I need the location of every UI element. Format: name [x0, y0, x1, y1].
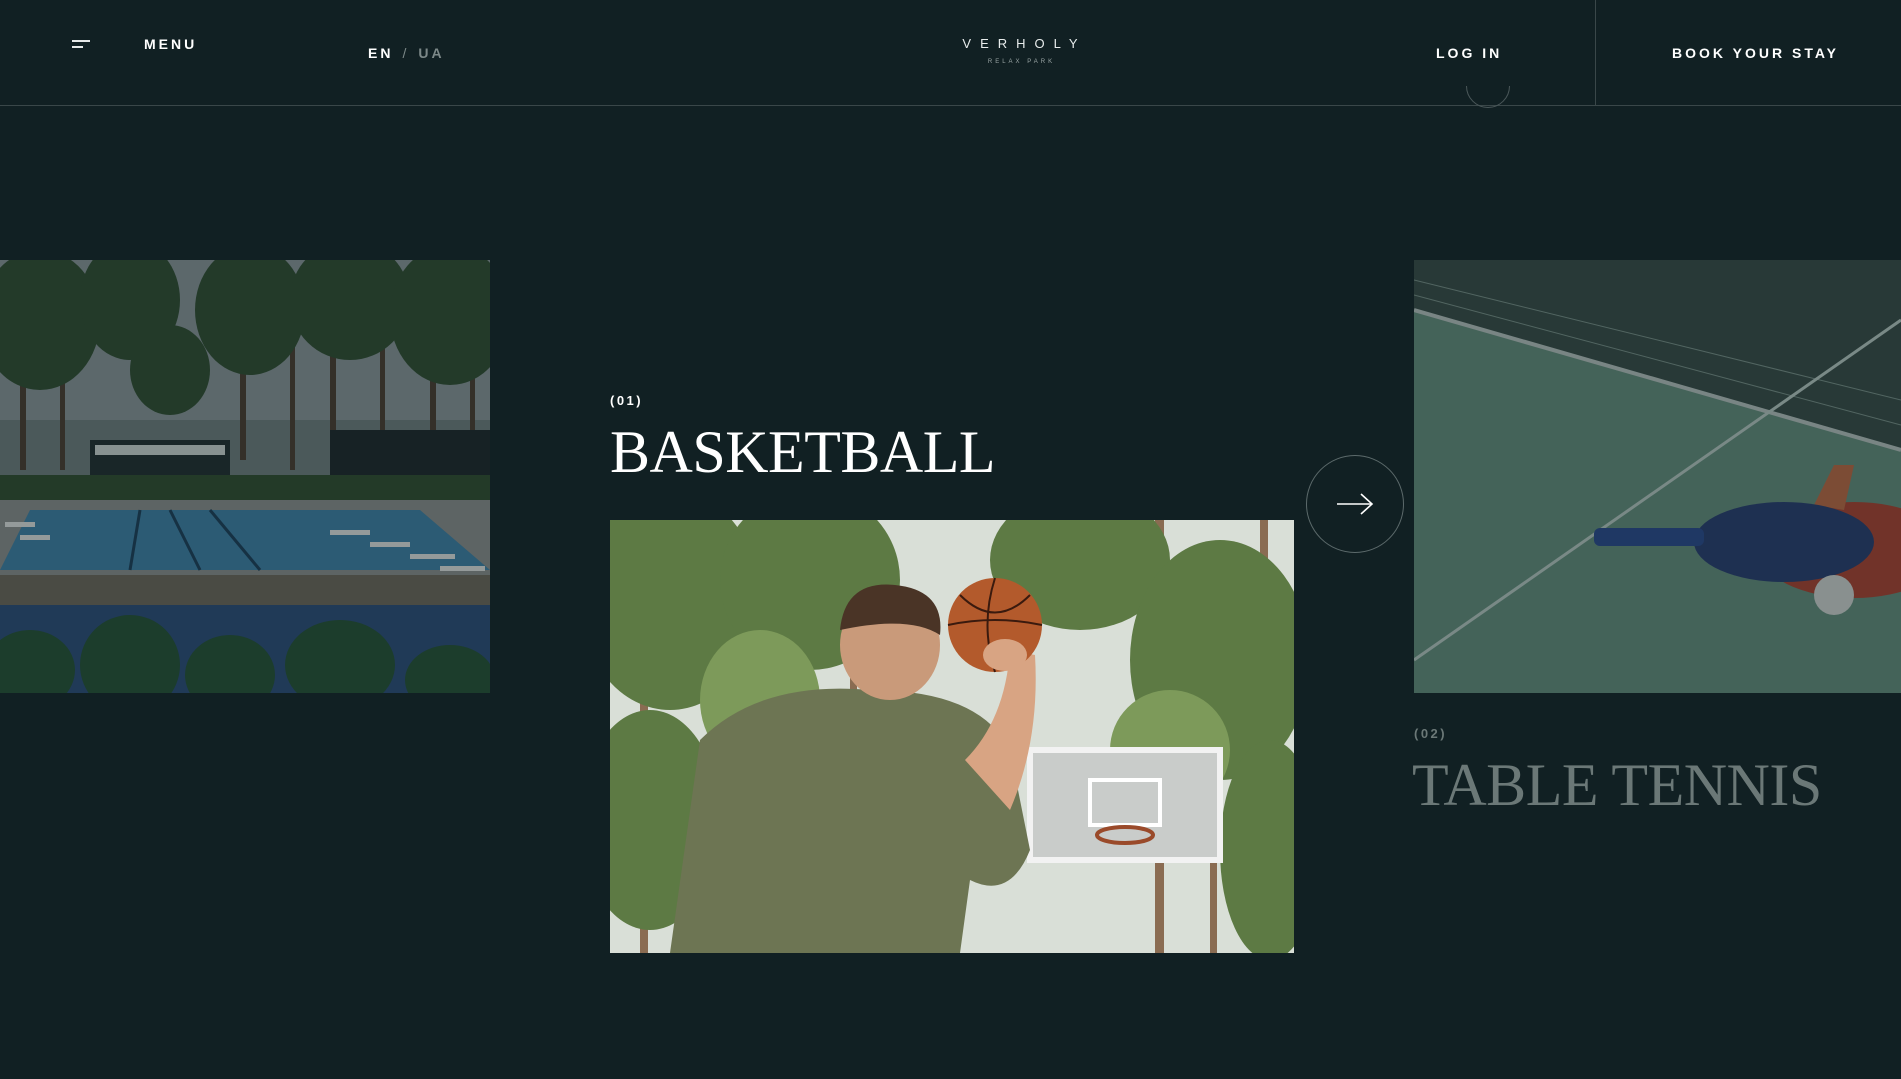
arrow-right-icon: [1337, 493, 1374, 515]
lang-en-link[interactable]: EN: [368, 45, 393, 61]
scroll-circle-icon: [1466, 86, 1510, 114]
logo-subtitle: RELAX PARK: [987, 59, 1056, 65]
pool-image[interactable]: [0, 260, 490, 693]
site-header: MENU EN / UA VERHOLY RELAX PARK LOG IN B…: [0, 0, 1901, 106]
menu-button[interactable]: MENU: [72, 36, 197, 52]
book-your-stay-button[interactable]: BOOK YOUR STAY: [1672, 45, 1839, 61]
table-tennis-image[interactable]: [1414, 260, 1901, 693]
header-divider: [1595, 0, 1596, 106]
language-switcher: EN / UA: [368, 45, 445, 61]
slide-title-next[interactable]: TABLE TENNIS: [1412, 751, 1822, 820]
site-logo[interactable]: VERHOLY RELAX PARK: [952, 36, 1088, 65]
next-slide-button[interactable]: [1306, 455, 1404, 553]
login-link[interactable]: LOG IN: [1436, 45, 1502, 61]
lang-separator: /: [402, 45, 410, 61]
hamburger-icon: [72, 38, 92, 50]
basketball-image[interactable]: [610, 520, 1294, 953]
slide-title-active[interactable]: BASKETBALL: [610, 418, 996, 487]
slide-number-next: (02): [1414, 726, 1448, 741]
menu-label: MENU: [144, 36, 198, 52]
lang-ua-link[interactable]: UA: [418, 45, 444, 61]
logo-title: VERHOLY: [962, 36, 1087, 51]
slide-number-active: (01): [610, 393, 644, 408]
